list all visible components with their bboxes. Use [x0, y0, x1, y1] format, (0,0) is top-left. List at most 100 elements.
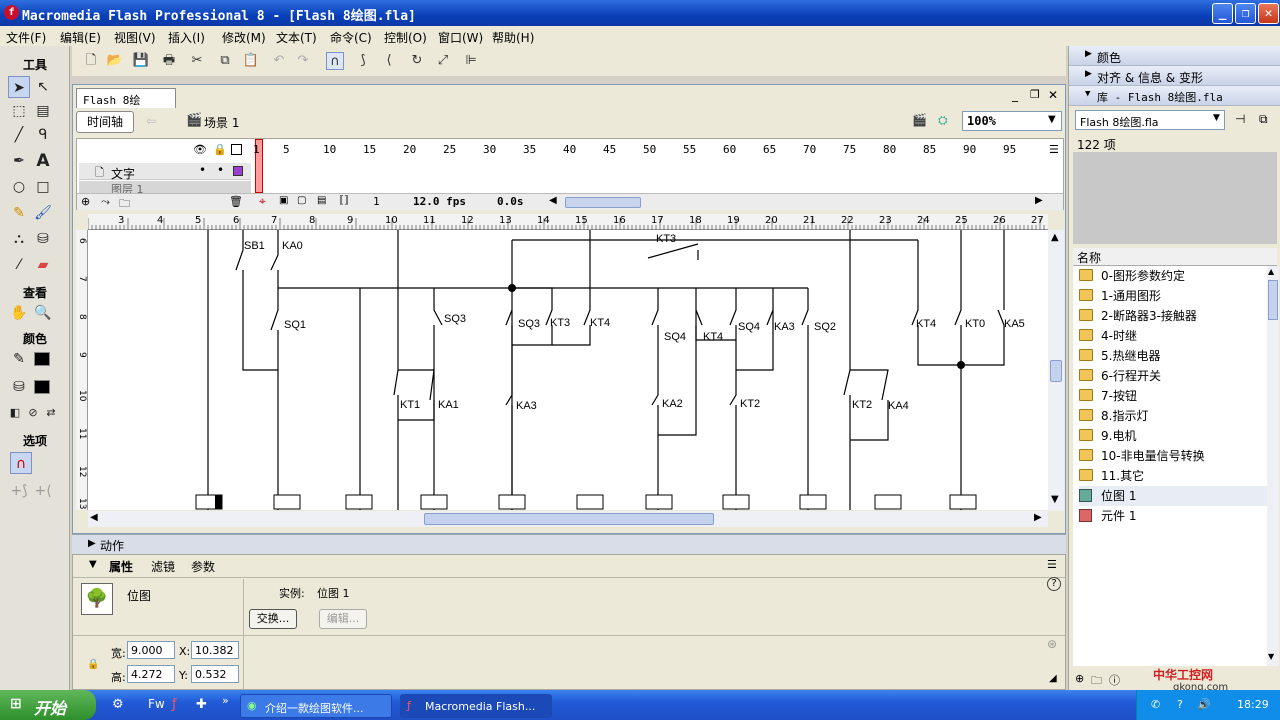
layer-row-1[interactable]: 图层 1	[79, 181, 251, 193]
collapse-arrow-icon[interactable]: ▼	[89, 559, 97, 570]
pencil-tool-icon[interactable]: ✎	[8, 202, 30, 224]
eye-icon[interactable]: 👁	[193, 143, 207, 156]
print-icon[interactable]: 🖶	[160, 52, 178, 70]
list-item[interactable]: 10-非电量信号转换	[1079, 446, 1275, 466]
list-item[interactable]: 1-通用图形	[1079, 286, 1275, 306]
free-transform-icon[interactable]: ⬚	[8, 100, 30, 122]
stroke-color-icon[interactable]: ✎	[8, 348, 30, 370]
stroke-color-swatch[interactable]	[34, 352, 50, 366]
menu-window[interactable]: 窗口(W)	[438, 29, 483, 46]
align-icon[interactable]: ⊫	[462, 52, 480, 70]
taskbar-item-flash[interactable]: ƒ Macromedia Flash...	[400, 694, 552, 718]
outline-icon[interactable]	[231, 144, 242, 155]
quicklaunch-more-icon[interactable]: »	[222, 694, 229, 707]
list-item[interactable]: 位图 1	[1079, 486, 1275, 506]
back-arrow-icon[interactable]: ⇦	[146, 114, 156, 128]
menu-edit[interactable]: 编辑(E)	[60, 29, 101, 46]
snap-magnet-icon[interactable]: ∩	[10, 452, 32, 474]
menu-help[interactable]: 帮助(H)	[492, 29, 534, 46]
zoom-select[interactable]: 100%	[962, 111, 1062, 131]
tray-icon[interactable]: ✆	[1151, 698, 1160, 711]
straighten-tb-icon[interactable]: ⟨	[380, 52, 398, 70]
library-dropdown-icon[interactable]: ▼	[1213, 113, 1220, 123]
library-select[interactable]: Flash 8绘图.fla	[1075, 110, 1225, 130]
rotate-icon[interactable]: ↻	[408, 52, 426, 70]
doc-minimize-icon[interactable]: _	[1012, 88, 1018, 102]
timeline-menu-icon[interactable]: ☰	[1049, 143, 1059, 156]
add-folder-icon[interactable]: 🗀	[119, 195, 130, 214]
oval-tool-icon[interactable]: ○	[8, 176, 30, 198]
brush-tool-icon[interactable]: 🖌	[32, 202, 54, 224]
quicklaunch-fw-icon[interactable]: Fw	[148, 697, 165, 711]
lock-icon[interactable]: 🔒	[213, 143, 227, 156]
list-item[interactable]: 9.电机	[1079, 426, 1275, 446]
align-panel-header[interactable]: ▶ 对齐 & 信息 & 变形	[1069, 66, 1280, 86]
straighten-icon[interactable]: +⟨	[32, 480, 54, 502]
taskbar-item-browser[interactable]: ◉ 介绍一款绘图软件...	[240, 694, 392, 718]
list-item[interactable]: 5.热继电器	[1079, 346, 1275, 366]
tray-icon-3[interactable]: 🔊	[1197, 698, 1211, 711]
paint-bucket-icon[interactable]: ⛁	[32, 228, 54, 250]
tl-scroll-right-icon[interactable]: ▶	[1035, 195, 1043, 206]
text-tool-icon[interactable]: A	[32, 150, 54, 172]
fill-color-swatch[interactable]	[34, 380, 50, 394]
undo-icon[interactable]: ↶	[270, 52, 288, 70]
menu-control[interactable]: 控制(O)	[384, 29, 427, 46]
list-item[interactable]: 7-按钮	[1079, 386, 1275, 406]
rectangle-tool-icon[interactable]: □	[32, 176, 54, 198]
swap-button[interactable]: 交换...	[249, 609, 297, 629]
edit-symbols-icon[interactable]: ⛭	[938, 113, 948, 128]
height-field[interactable]: 4.272	[127, 665, 175, 683]
menu-modify[interactable]: 修改(M)	[222, 29, 266, 46]
ink-bottle-icon[interactable]: ⛬	[8, 228, 30, 250]
list-item[interactable]: 8.指示灯	[1079, 406, 1275, 426]
hscroll-thumb[interactable]	[424, 513, 714, 525]
doc-close-icon[interactable]: ✕	[1048, 88, 1058, 102]
tab-parameters[interactable]: 参数	[191, 558, 215, 575]
paste-icon[interactable]: 📋	[242, 52, 260, 70]
hand-tool-icon[interactable]: ✋	[8, 302, 30, 324]
scene-label[interactable]: 场景 1	[204, 114, 239, 131]
selection-tool-icon[interactable]: ➤	[8, 76, 30, 98]
lasso-tool-icon[interactable]: ᑫ	[32, 124, 54, 146]
add-layer-icon[interactable]: ⊕	[81, 195, 90, 208]
zoom-dropdown-icon[interactable]: ▼	[1048, 114, 1056, 125]
resize-corner-icon[interactable]: ◢	[1049, 673, 1057, 684]
tab-filters[interactable]: 滤镜	[151, 558, 175, 575]
actions-panel-header[interactable]: ▶ 动作	[72, 534, 1066, 554]
timeline-scroll-thumb[interactable]	[565, 197, 641, 208]
tray-icon-2[interactable]: ?	[1177, 698, 1183, 711]
list-item[interactable]: 11.其它	[1079, 466, 1275, 486]
lock-ratio-icon[interactable]: 🔒	[87, 659, 99, 670]
tab-properties[interactable]: 属性	[109, 558, 133, 575]
vscroll-thumb[interactable]	[1050, 360, 1062, 382]
accessibility-icon[interactable]: ⊛	[1047, 637, 1057, 651]
list-item[interactable]: 2-断路器3-接触器	[1079, 306, 1275, 326]
menu-commands[interactable]: 命令(C)	[330, 29, 372, 46]
quicklaunch-app-icon[interactable]: ✚	[196, 697, 207, 712]
stage-vscrollbar[interactable]: ▲ ▼	[1048, 230, 1064, 511]
scale-icon[interactable]: ⤢	[434, 52, 452, 70]
name-column-header[interactable]: 名称	[1073, 248, 1277, 266]
library-panel-header[interactable]: ▼ 库 - Flash 8绘图.fla	[1069, 86, 1280, 106]
panel-menu-icon[interactable]: ☰	[1047, 558, 1057, 571]
x-field[interactable]: 10.382	[191, 641, 239, 659]
eraser-tool-icon[interactable]: ▰	[32, 254, 54, 276]
restore-button[interactable]: ❐	[1235, 3, 1256, 24]
redo-icon[interactable]: ↷	[294, 52, 312, 70]
smooth-tb-icon[interactable]: ⟆	[354, 52, 372, 70]
menu-text[interactable]: 文本(T)	[276, 29, 317, 46]
library-scrollbar[interactable]: ▲ ▼	[1267, 266, 1279, 666]
help-icon[interactable]: ?	[1047, 577, 1061, 591]
color-panel-header[interactable]: ▶ 颜色	[1069, 46, 1280, 66]
layer-lock-dot[interactable]: •	[217, 163, 224, 177]
properties-icon[interactable]: ⓘ	[1109, 672, 1120, 688]
close-button[interactable]: ✕	[1258, 3, 1279, 24]
circuit-diagram[interactable]: SB1 KA0 SQ1 KT3 SQ3 SQ3 KT3 KT4 SQ4 KT4 …	[88, 230, 1048, 510]
onion-outline-icon[interactable]: ▢	[297, 195, 306, 206]
list-item[interactable]: 0-图形参数约定	[1079, 266, 1275, 286]
scroll-up-icon[interactable]: ▲	[1268, 267, 1274, 276]
list-item[interactable]: 6-行程开关	[1079, 366, 1275, 386]
stage-hscrollbar[interactable]: ◀ ▶	[88, 511, 1048, 527]
scroll-right-icon[interactable]: ▶	[1034, 512, 1042, 523]
